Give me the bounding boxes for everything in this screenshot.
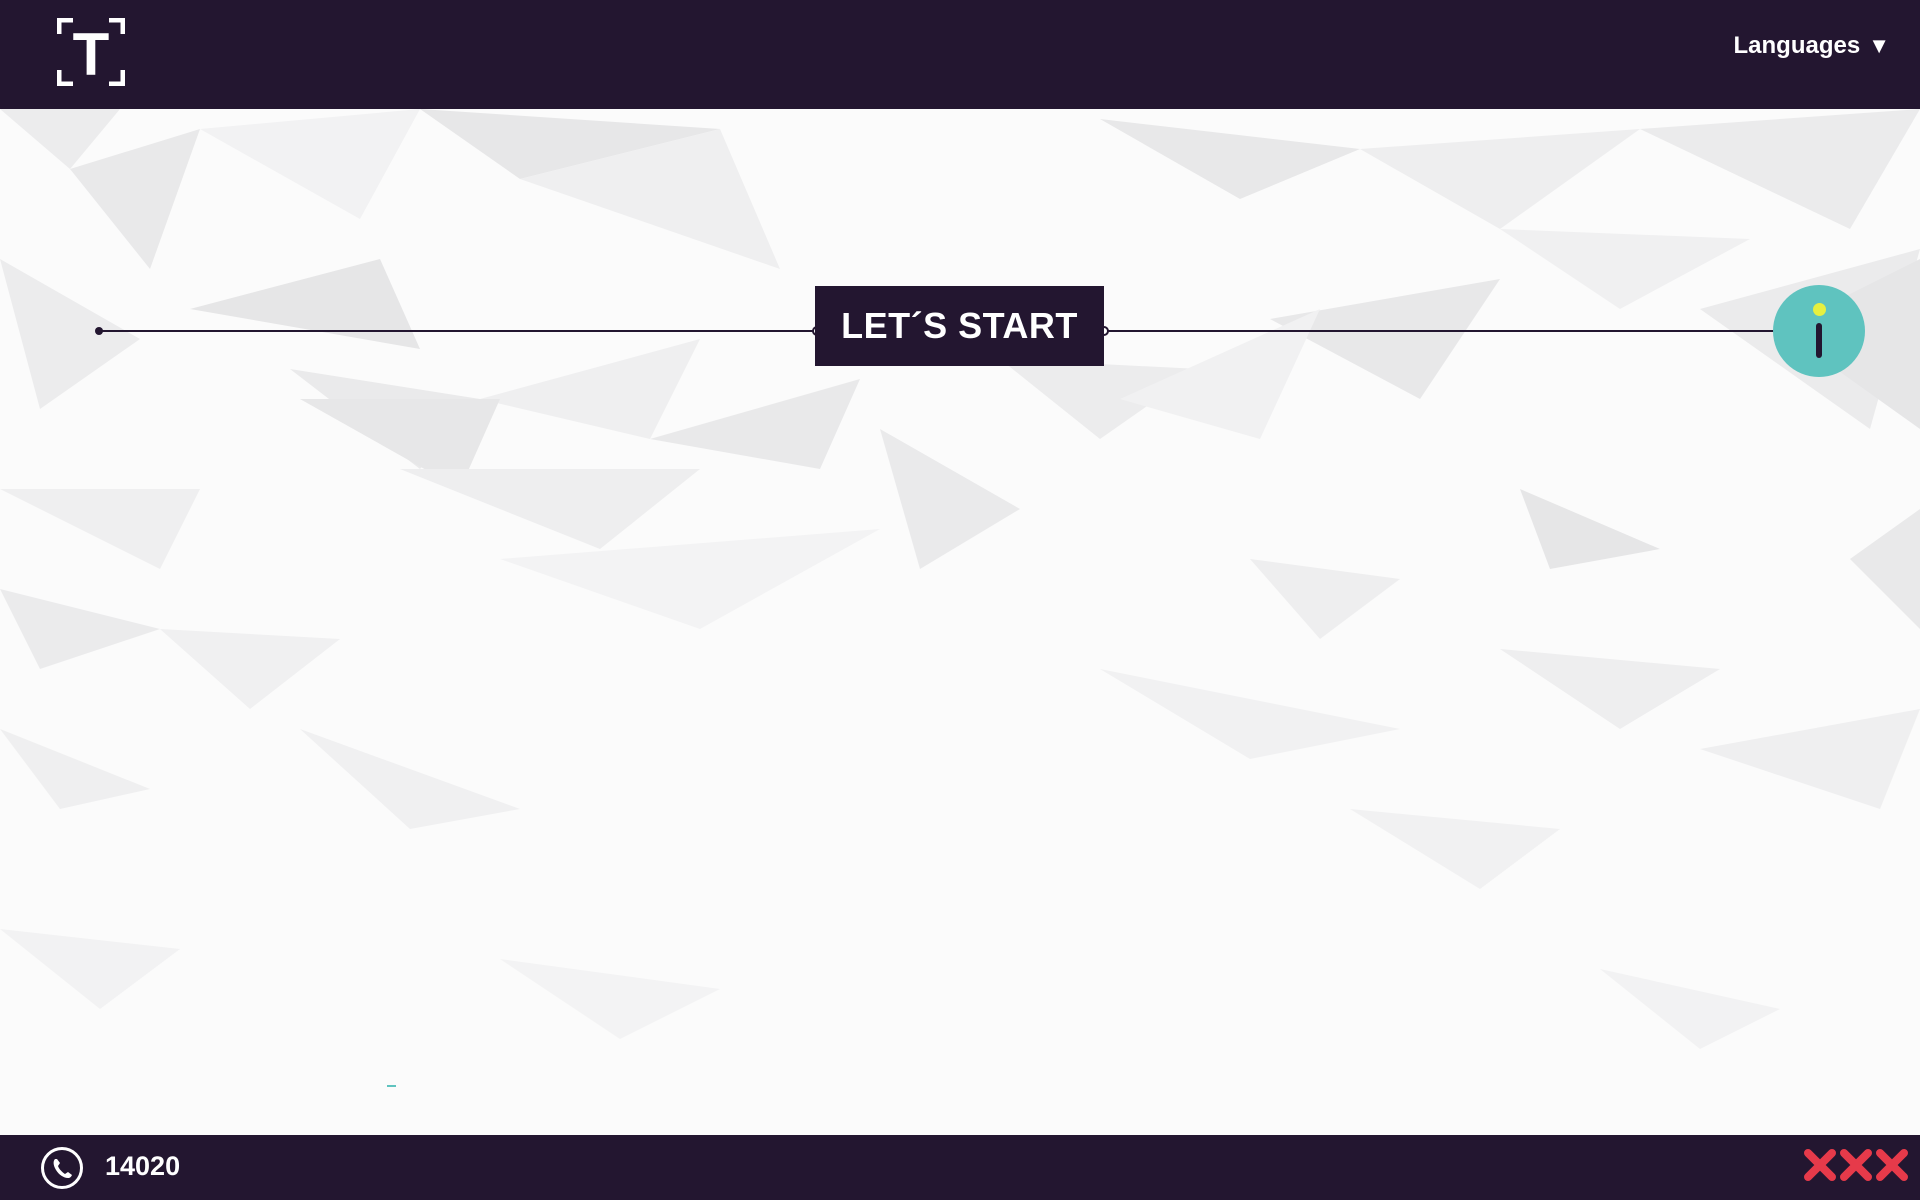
languages-label: Languages	[1733, 32, 1861, 59]
page-title: LET´S START	[815, 286, 1104, 366]
info-icon	[1816, 323, 1822, 358]
caret-down-icon: ▼	[1868, 33, 1890, 58]
line-start-dot	[95, 327, 103, 335]
info-button[interactable]	[1773, 285, 1865, 377]
low-poly-background	[0, 109, 1920, 1049]
phone-icon[interactable]	[40, 1146, 84, 1190]
small-dash-mark	[387, 1085, 396, 1087]
close-icon[interactable]	[1840, 1149, 1872, 1181]
phone-number: 14020	[105, 1151, 181, 1181]
main-area: LET´S START	[0, 109, 1920, 1135]
info-icon-dot	[1813, 303, 1826, 316]
close-buttons	[1804, 1149, 1908, 1181]
logo-letter: T	[73, 21, 110, 86]
bottom-bar: 14020	[0, 1135, 1920, 1200]
close-icon[interactable]	[1876, 1149, 1908, 1181]
languages-dropdown[interactable]: Languages ▼	[1734, 30, 1890, 62]
top-bar: T Languages ▼	[0, 0, 1920, 109]
close-icon[interactable]	[1804, 1149, 1836, 1181]
app-logo-icon[interactable]: T	[57, 18, 125, 86]
